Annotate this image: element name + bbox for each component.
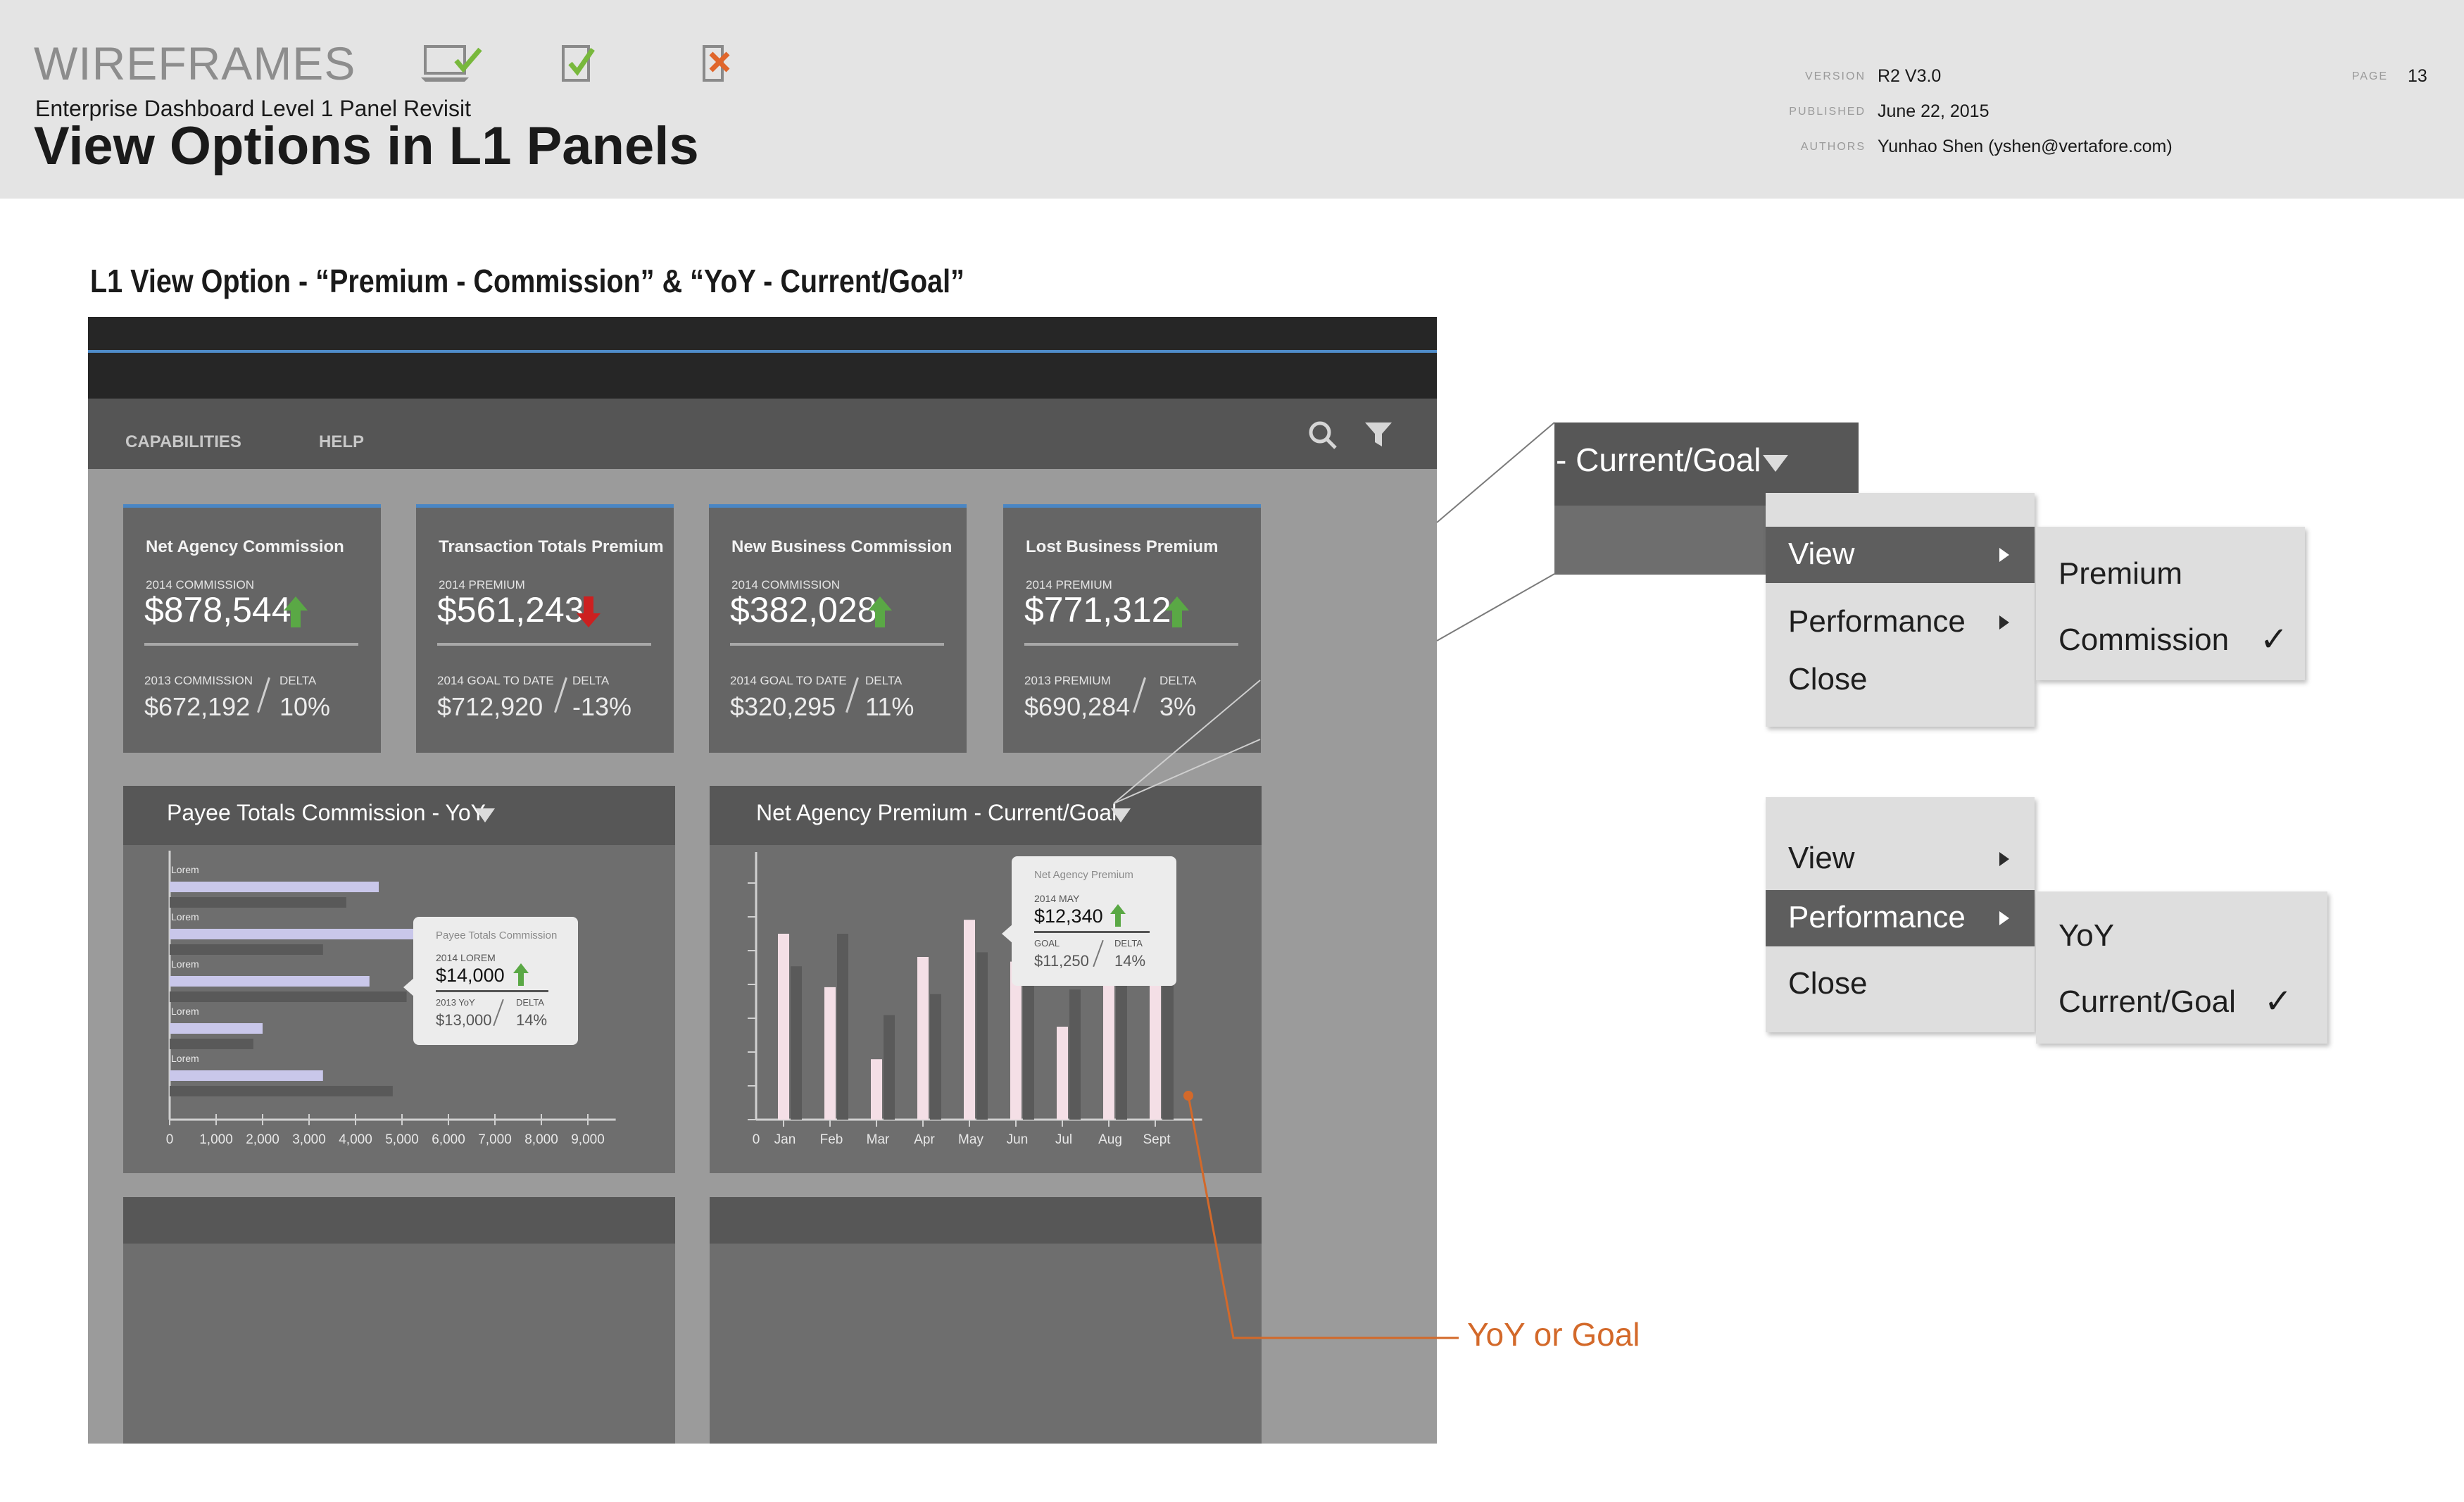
submenu-arrow-icon bbox=[1999, 911, 2009, 925]
annotation-lines bbox=[1113, 422, 1555, 1339]
performance-submenu: YoY Current/Goal ✓ bbox=[2036, 891, 2327, 1044]
callout-label: YoY or Goal bbox=[1467, 1316, 1640, 1353]
submenu-item-commission[interactable]: Commission ✓ bbox=[2036, 613, 2305, 669]
menu-item-close[interactable]: Close bbox=[1766, 956, 2035, 1013]
menu-item-close[interactable]: Close bbox=[1766, 652, 2035, 708]
submenu-arrow-icon bbox=[1999, 548, 2009, 562]
chevron-down-icon[interactable] bbox=[1763, 455, 1788, 472]
submenu-item-premium[interactable]: Premium bbox=[2036, 546, 2305, 603]
submenu-item-yoy[interactable]: YoY bbox=[2036, 908, 2327, 965]
menu-item-performance[interactable]: Performance bbox=[1766, 594, 2035, 651]
view-options-menu: View Performance Close bbox=[1766, 493, 2035, 727]
zoomed-panel-body bbox=[1554, 506, 1766, 575]
submenu-item-current-goal[interactable]: Current/Goal ✓ bbox=[2036, 975, 2327, 1031]
dropdown-label[interactable]: - Current/Goal bbox=[1556, 441, 1761, 479]
view-submenu: Premium Commission ✓ bbox=[2036, 527, 2305, 680]
menu-item-performance[interactable]: Performance bbox=[1766, 890, 2035, 946]
submenu-arrow-icon bbox=[1999, 852, 2009, 866]
performance-options-menu: View Performance Close bbox=[1766, 797, 2035, 1032]
checkmark-icon: ✓ bbox=[2260, 621, 2289, 658]
menu-item-view[interactable]: View bbox=[1766, 527, 2035, 583]
checkmark-icon: ✓ bbox=[2264, 983, 2293, 1020]
menu-item-view[interactable]: View bbox=[1766, 831, 2035, 887]
submenu-arrow-icon bbox=[1999, 615, 2009, 630]
